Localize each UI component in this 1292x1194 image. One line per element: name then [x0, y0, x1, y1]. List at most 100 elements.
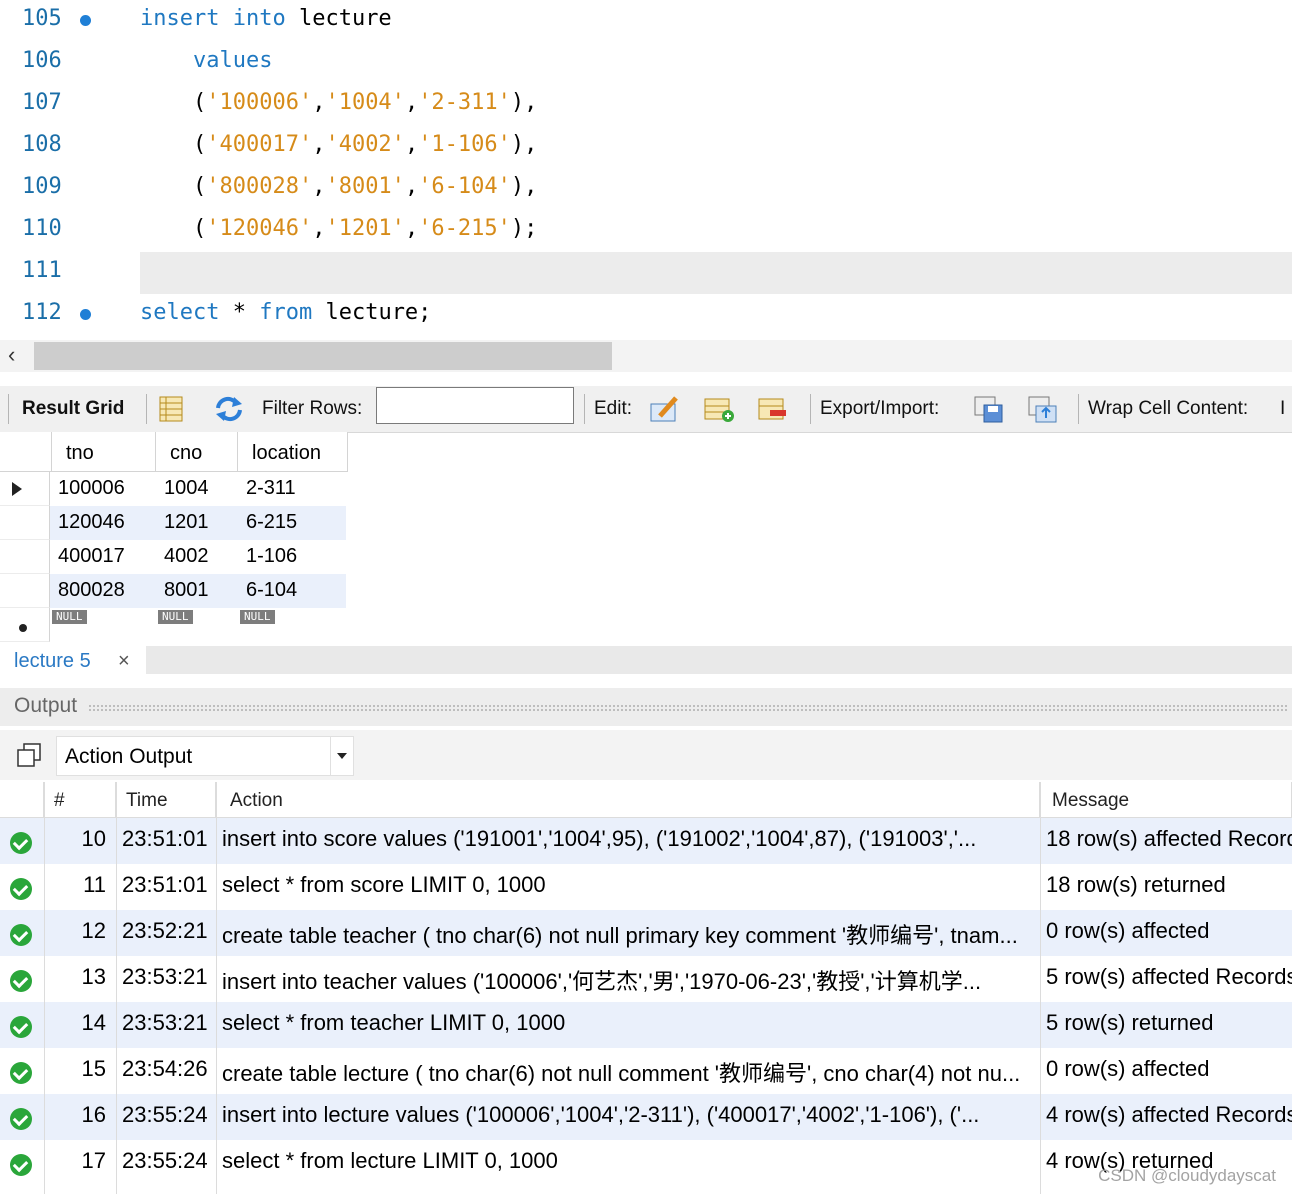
toolbar-separator	[1078, 394, 1079, 424]
row-header[interactable]	[0, 574, 50, 608]
column-header-cno[interactable]: cno	[156, 432, 238, 472]
cell-cno[interactable]: 1201	[164, 511, 209, 534]
column-header-message[interactable]: Message	[1040, 782, 1292, 818]
export-icon[interactable]	[972, 394, 1006, 424]
code-line[interactable]: 111	[0, 252, 1292, 294]
delete-row-icon[interactable]	[756, 394, 790, 424]
wrap-cell-toggle-icon[interactable]: I	[1280, 398, 1285, 420]
close-tab-icon[interactable]: ×	[118, 650, 130, 673]
scrollbar-thumb[interactable]	[34, 342, 612, 370]
code-line[interactable]: 105 insert into lecture	[0, 0, 1292, 42]
cell-tno[interactable]: 800028	[58, 579, 125, 602]
null-badge[interactable]: NULL	[240, 610, 275, 624]
statement-marker-icon[interactable]	[80, 309, 91, 320]
export-import-label: Export/Import:	[820, 398, 940, 419]
cell-tno[interactable]: 120046	[58, 511, 125, 534]
cell-location[interactable]: 2-311	[246, 477, 296, 500]
code-text[interactable]: values	[140, 48, 272, 73]
output-row[interactable]: 12 23:52:21 create table teacher ( tno cha…	[0, 910, 1292, 956]
cell-location[interactable]: 6-215	[246, 511, 297, 534]
code-line[interactable]: 112 select * from lecture;	[0, 294, 1292, 336]
import-icon[interactable]	[1026, 394, 1060, 424]
toolbar-separator	[146, 394, 147, 424]
code-text[interactable]: select * from lecture;	[140, 300, 431, 325]
success-check-icon	[10, 970, 32, 992]
output-action: insert into lecture values ('100006','10…	[222, 1102, 980, 1127]
add-row-icon[interactable]	[702, 394, 736, 424]
grid-row[interactable]: 800028 8001 6-104	[50, 574, 346, 608]
result-grid-tab[interactable]: Result Grid	[22, 398, 124, 420]
output-action: create table lecture ( tno char(6) not n…	[222, 1061, 1021, 1086]
output-message: 4 row(s) affected Records	[1046, 1102, 1292, 1127]
output-row[interactable]: 15 23:54:26 create table lecture ( tno cha…	[0, 1048, 1292, 1094]
code-line[interactable]: 108 ('400017','4002','1-106'),	[0, 126, 1292, 168]
new-row-header[interactable]	[0, 608, 50, 642]
sql-token: *	[219, 300, 260, 325]
output-row[interactable]: 14 23:53:21 select * from teacher LIMIT 0,…	[0, 1002, 1292, 1048]
output-action: select * from teacher LIMIT 0, 1000	[222, 1010, 566, 1035]
chevron-down-icon[interactable]	[330, 737, 353, 775]
edit-cell-icon[interactable]	[648, 394, 682, 424]
sql-editor[interactable]: 105 insert into lecture 106 values 107 ('10…	[0, 0, 1292, 340]
scroll-left-arrow-icon[interactable]: ‹	[8, 342, 15, 368]
output-type-select[interactable]: Action Output	[56, 736, 354, 776]
refresh-icon[interactable]	[212, 394, 246, 424]
result-tab-label[interactable]: lecture 5	[14, 650, 91, 673]
column-header-action[interactable]: Action	[216, 782, 1040, 818]
column-header-time[interactable]: Time	[116, 782, 216, 818]
row-header[interactable]	[0, 506, 50, 540]
cell-cno[interactable]: 4002	[164, 545, 209, 568]
grid-row[interactable]: 400017 4002 1-106	[50, 540, 346, 574]
output-row[interactable]: 13 23:53:21 insert into teacher values ('1…	[0, 956, 1292, 1002]
sql-token: (	[140, 216, 207, 241]
output-action: insert into score values ('191001','1004…	[222, 826, 977, 851]
row-header[interactable]	[0, 472, 50, 506]
code-text[interactable]: insert into lecture	[140, 6, 392, 31]
null-badge[interactable]: NULL	[52, 610, 87, 624]
sql-string: '1201'	[325, 216, 405, 241]
cell-location[interactable]: 1-106	[246, 545, 297, 568]
statement-marker-icon[interactable]	[80, 15, 91, 26]
code-line[interactable]: 110 ('120046','1201','6-215');	[0, 210, 1292, 252]
cell-cno[interactable]: 8001	[164, 579, 209, 602]
grid-row[interactable]: 100006 1004 2-311	[50, 472, 346, 506]
output-row[interactable]: 11 23:51:01 select * from score LIMIT 0, 1…	[0, 864, 1292, 910]
cell-location[interactable]: 6-104	[246, 579, 297, 602]
null-badge[interactable]: NULL	[158, 610, 193, 624]
sql-string: '1-106'	[418, 132, 511, 157]
sql-token: ,	[312, 90, 326, 115]
editor-horizontal-scrollbar[interactable]: ‹	[0, 340, 1292, 372]
result-toolbar: Result Grid Filter Rows: Edit: Export/Im…	[0, 386, 1292, 433]
sql-token: ,	[312, 132, 326, 157]
column-header-location[interactable]: location	[238, 432, 348, 472]
cell-tno[interactable]: 100006	[58, 477, 125, 500]
panel-drag-handle[interactable]	[88, 704, 1288, 712]
row-header[interactable]	[0, 540, 50, 574]
cell-tno[interactable]: 400017	[58, 545, 125, 568]
code-text[interactable]: ('400017','4002','1-106'),	[140, 132, 537, 157]
output-row[interactable]: 10 23:51:01 insert into score values ('191…	[0, 818, 1292, 864]
sql-token: ,	[404, 90, 419, 115]
code-text[interactable]: ('120046','1201','6-215');	[140, 216, 537, 241]
column-header-tno[interactable]: tno	[52, 432, 156, 472]
code-line[interactable]: 106 values	[0, 42, 1292, 84]
column-header-num[interactable]: #	[44, 782, 116, 818]
success-check-icon	[10, 832, 32, 854]
form-view-icon[interactable]	[156, 394, 190, 424]
output-selector-bar: Action Output	[0, 730, 1292, 780]
code-line[interactable]: 107 ('100006','1004','2-311'),	[0, 84, 1292, 126]
code-line[interactable]: 109 ('800028','8001','6-104'),	[0, 168, 1292, 210]
filter-rows-input[interactable]	[376, 387, 574, 424]
sql-string: '1004'	[325, 90, 405, 115]
grid-row[interactable]: 120046 1201 6-215	[50, 506, 346, 540]
result-tab-lecture[interactable]: lecture 5 ×	[0, 646, 146, 674]
output-row[interactable]: 16 23:55:24 insert into lecture values ('1…	[0, 1094, 1292, 1140]
cell-cno[interactable]: 1004	[164, 477, 209, 500]
sql-string: '120046'	[206, 216, 313, 241]
copy-icon[interactable]	[16, 742, 42, 768]
result-tab-strip: lecture 5 ×	[0, 646, 1292, 674]
code-text[interactable]: ('800028','8001','6-104'),	[140, 174, 537, 199]
code-text[interactable]: ('100006','1004','2-311'),	[140, 90, 537, 115]
sql-keyword: insert	[140, 6, 220, 31]
sql-token: (	[140, 174, 207, 199]
